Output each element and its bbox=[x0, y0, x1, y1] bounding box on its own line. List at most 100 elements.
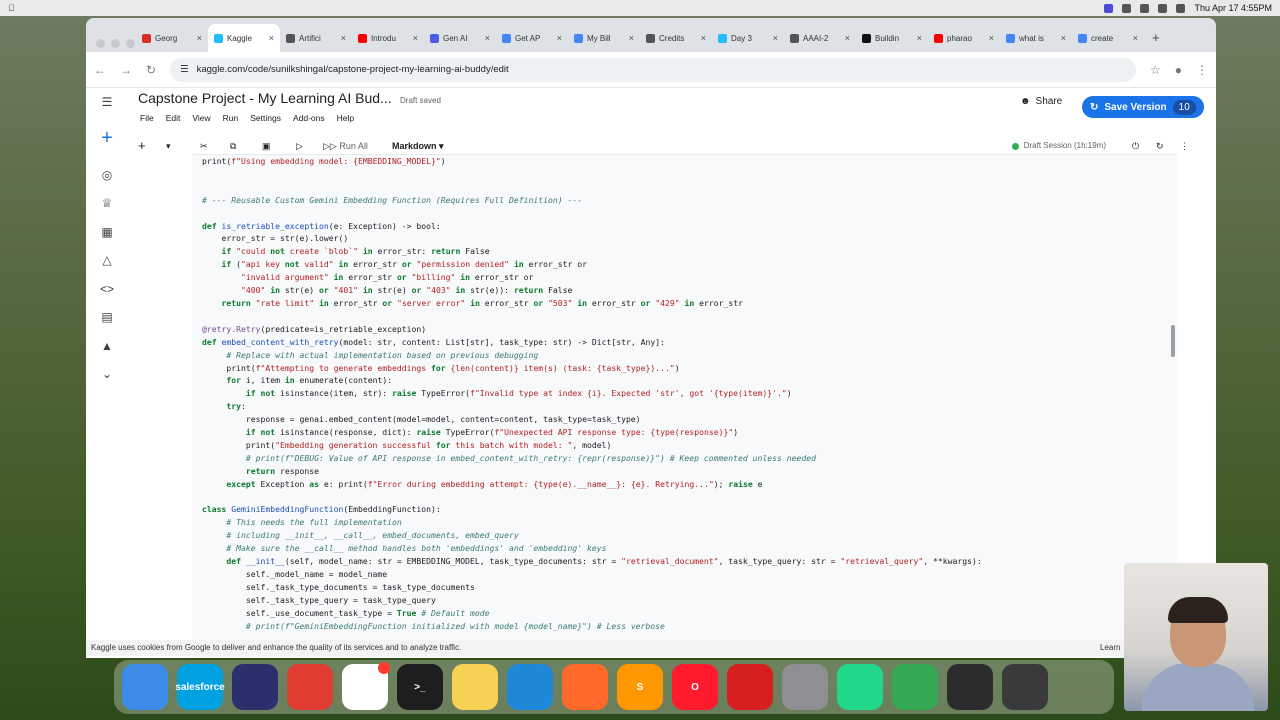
dock-app-slack[interactable] bbox=[342, 662, 390, 710]
scrollbar-thumb[interactable] bbox=[1171, 325, 1175, 357]
dock-app-messenger[interactable] bbox=[232, 664, 278, 710]
browser-tab[interactable]: Credits × bbox=[640, 24, 712, 52]
minimize-window-button[interactable] bbox=[111, 39, 120, 48]
cookie-learn-link[interactable]: Learn bbox=[1100, 640, 1120, 656]
run-cell-icon[interactable]: ▷ bbox=[296, 136, 303, 156]
site-info-icon[interactable]: ☰ bbox=[180, 64, 189, 75]
browser-menu-icon[interactable]: ⋮ bbox=[1196, 63, 1208, 77]
dock-app-vscode[interactable] bbox=[507, 664, 553, 710]
browser-tab[interactable]: Introdu × bbox=[352, 24, 424, 52]
dock-app-chrome[interactable] bbox=[892, 664, 938, 710]
dock-app-phone-mirror[interactable] bbox=[287, 664, 333, 710]
back-button[interactable]: ← bbox=[94, 63, 106, 77]
dock-app-finder[interactable] bbox=[122, 664, 168, 710]
menu-help[interactable]: Help bbox=[337, 113, 354, 123]
menu-run[interactable]: Run bbox=[223, 113, 239, 123]
new-tab-button[interactable]: + bbox=[1144, 24, 1168, 52]
dock-app-pycharm[interactable] bbox=[837, 664, 883, 710]
more-options-icon[interactable]: ⋮ bbox=[1180, 136, 1189, 156]
code-icon[interactable]: <> bbox=[86, 275, 128, 304]
browser-tab[interactable]: AAAI-2 × bbox=[784, 24, 856, 52]
paste-icon[interactable]: ▣ bbox=[262, 136, 271, 156]
code-cell[interactable]: print(f"Using embedding model: {EMBEDDIN… bbox=[192, 154, 1177, 658]
close-tab-icon[interactable]: × bbox=[773, 33, 778, 43]
browser-tab[interactable]: pharao × bbox=[928, 24, 1000, 52]
more-chevron-icon[interactable]: ⌄ bbox=[86, 360, 128, 389]
menu-add-ons[interactable]: Add-ons bbox=[293, 113, 325, 123]
maximize-window-button[interactable] bbox=[126, 39, 135, 48]
run-all-button[interactable]: ▷▷ Run All bbox=[323, 136, 368, 156]
menu-edit[interactable]: Edit bbox=[166, 113, 181, 123]
close-tab-icon[interactable]: × bbox=[1061, 33, 1066, 43]
dock-app-app-switcher[interactable] bbox=[1002, 664, 1048, 710]
profile-avatar[interactable]: ● bbox=[1175, 63, 1182, 77]
menu-view[interactable]: View bbox=[192, 113, 210, 123]
close-tab-icon[interactable]: × bbox=[413, 33, 418, 43]
close-tab-icon[interactable]: × bbox=[845, 33, 850, 43]
learn-icon[interactable]: ▲ bbox=[86, 332, 128, 361]
discussion-icon[interactable]: ▤ bbox=[86, 303, 128, 332]
close-tab-icon[interactable]: × bbox=[701, 33, 706, 43]
version-count[interactable]: 10 bbox=[1172, 99, 1196, 115]
create-plus-icon[interactable]: + bbox=[86, 117, 128, 161]
menu-settings[interactable]: Settings bbox=[250, 113, 281, 123]
apple-icon[interactable]:  bbox=[8, 3, 15, 13]
trophy-icon[interactable]: ♕ bbox=[86, 189, 128, 218]
dock-app-sublime[interactable]: S bbox=[617, 664, 663, 710]
compass-icon[interactable]: ◎ bbox=[86, 161, 128, 190]
models-icon[interactable]: △ bbox=[86, 246, 128, 275]
session-status[interactable]: Draft Session (1h:19m) bbox=[1011, 136, 1106, 156]
dock-app-screen-tool[interactable] bbox=[947, 664, 993, 710]
bookmark-star-icon[interactable]: ☆ bbox=[1150, 63, 1161, 77]
dock-app-terminal[interactable]: >_ bbox=[397, 664, 443, 710]
browser-tab[interactable]: create × bbox=[1072, 24, 1144, 52]
browser-tab[interactable]: Get AP × bbox=[496, 24, 568, 52]
dock-app-notes[interactable] bbox=[452, 664, 498, 710]
dock-app-pencil[interactable] bbox=[562, 664, 608, 710]
close-tab-icon[interactable]: × bbox=[485, 33, 490, 43]
browser-tab[interactable]: Artifici × bbox=[280, 24, 352, 52]
browser-tab[interactable]: Day 3 × bbox=[712, 24, 784, 52]
browser-tab[interactable]: what is × bbox=[1000, 24, 1072, 52]
add-cell-dropdown-icon[interactable]: ▾ bbox=[166, 136, 171, 156]
power-icon[interactable]: ⏻ bbox=[1132, 136, 1139, 156]
close-tab-icon[interactable]: × bbox=[197, 33, 202, 43]
menu-file[interactable]: File bbox=[140, 113, 154, 123]
status-icon[interactable] bbox=[1140, 3, 1150, 13]
table-icon[interactable]: ▦ bbox=[86, 218, 128, 247]
browser-tab[interactable]: Georg × bbox=[136, 24, 208, 52]
browser-tab[interactable]: Kaggle × bbox=[208, 24, 280, 52]
dock-app-salesforce[interactable]: salesforce bbox=[175, 664, 225, 710]
restart-icon[interactable]: ↻ bbox=[1156, 136, 1164, 156]
reload-button[interactable]: ↻ bbox=[146, 63, 156, 77]
close-tab-icon[interactable]: × bbox=[269, 33, 274, 43]
cut-icon[interactable]: ✂ bbox=[200, 136, 208, 156]
browser-tab[interactable]: Buildin × bbox=[856, 24, 928, 52]
copy-icon[interactable]: ⧉ bbox=[230, 136, 236, 156]
status-icon[interactable] bbox=[1104, 3, 1114, 13]
wifi-icon[interactable] bbox=[1158, 3, 1168, 13]
share-button[interactable]: ☻ Share bbox=[1020, 96, 1062, 107]
add-cell-icon[interactable]: + bbox=[138, 136, 146, 156]
menubar-datetime[interactable]: Thu Apr 17 4:55PM bbox=[1194, 3, 1272, 13]
dock-app-opera[interactable]: O bbox=[672, 664, 718, 710]
browser-tab[interactable]: My Bill × bbox=[568, 24, 640, 52]
status-icon[interactable] bbox=[1122, 3, 1132, 13]
dock-app-system-settings[interactable] bbox=[782, 664, 828, 710]
dock-app-acrobat[interactable] bbox=[727, 664, 773, 710]
close-tab-icon[interactable]: × bbox=[629, 33, 634, 43]
save-version-button[interactable]: ↻ Save Version 10 bbox=[1082, 96, 1204, 118]
close-tab-icon[interactable]: × bbox=[341, 33, 346, 43]
browser-tab[interactable]: Gen AI × bbox=[424, 24, 496, 52]
forward-button[interactable]: → bbox=[120, 63, 132, 77]
close-tab-icon[interactable]: × bbox=[989, 33, 994, 43]
close-tab-icon[interactable]: × bbox=[917, 33, 922, 43]
close-window-button[interactable] bbox=[96, 39, 105, 48]
cell-type-select[interactable]: Markdown ▾ bbox=[392, 136, 444, 156]
close-tab-icon[interactable]: × bbox=[557, 33, 562, 43]
url-bar[interactable]: ☰ kaggle.com/code/sunilkshingal/capstone… bbox=[170, 57, 1136, 82]
hamburger-menu-icon[interactable]: ☰ bbox=[86, 88, 128, 117]
code-editor[interactable]: print(f"Using embedding model: {EMBEDDIN… bbox=[202, 155, 982, 633]
search-icon[interactable] bbox=[1176, 3, 1186, 13]
close-tab-icon[interactable]: × bbox=[1133, 33, 1138, 43]
